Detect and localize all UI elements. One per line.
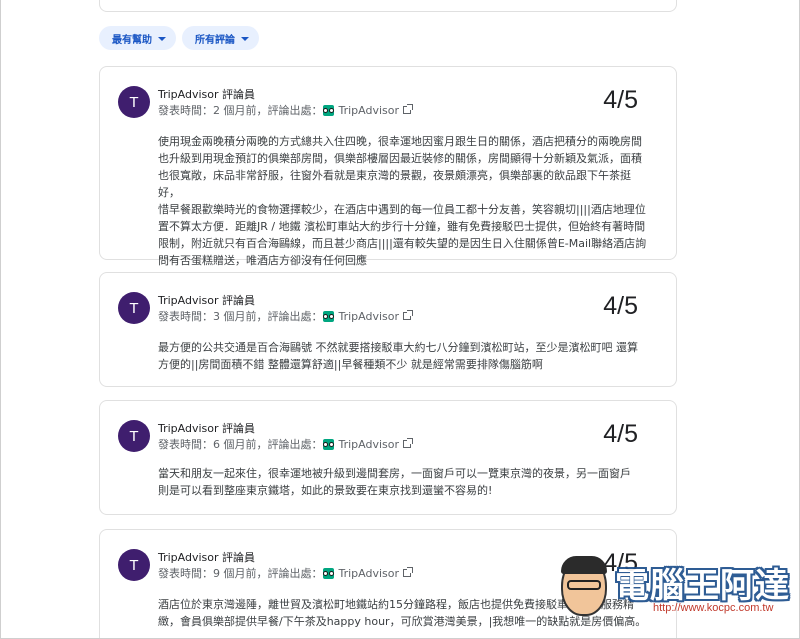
review-text-line: 當天和朋友一起來住，很幸運地被升級到邊間套房，一面窗戶可以一覽東京灣的夜景，另一… [158,467,631,480]
external-link-icon[interactable] [403,104,414,114]
review-card: T TripAdvisor 評論員 發表時間：3 個月前， 評論出處： Trip… [99,272,677,387]
review-meta: 發表時間：6 個月前， 評論出處： TripAdvisor [158,436,414,452]
avatar: T [118,549,150,581]
tripadvisor-icon [322,310,334,322]
review-text-line: 使用現金兩晚積分兩晚的方式總共入住四晚，很幸運地因蜜月跟生日的關係，酒店把積分的… [158,135,642,148]
review-source-link[interactable]: TripAdvisor [339,310,400,323]
previous-card-edge [99,0,677,12]
source-filter-label: 所有評論 [195,34,235,46]
review-source-link[interactable]: TripAdvisor [339,438,400,451]
sort-filter-chip[interactable]: 最有幫助 [99,26,176,50]
review-text-line: 也升級到用現金預訂的俱樂部房間，俱樂部樓層因最近裝修的關係，房間顯得十分新穎及氣… [158,152,642,165]
review-text-line: 也很寬敞，床品非常舒服，往窗外看就是東京灣的景觀，夜景頗漂亮，俱樂部裏的飲品跟下… [158,169,631,199]
review-text-line: 最方便的公共交通是百合海鷗號 不然就要搭接駁車大約七八分鐘到濱松町站，至少是濱松… [158,341,638,354]
review-text-line: 惜早餐跟歡樂時光的食物選擇較少，在酒店中遇到的每一位員工都十分友善，笑容親切||… [158,203,646,216]
sort-filter-label: 最有幫助 [112,34,152,46]
chevron-down-icon [158,36,166,41]
mascot-face-icon [561,556,607,616]
tripadvisor-icon [322,438,334,450]
review-time: 發表時間：3 個月前， [158,310,268,323]
reviewer-name: TripAdvisor 評論員 [158,88,256,101]
review-time: 發表時間：9 個月前， [158,567,268,580]
review-meta: 發表時間：9 個月前， 評論出處： TripAdvisor [158,565,414,581]
external-link-icon[interactable] [403,310,414,320]
external-link-icon[interactable] [403,438,414,448]
review-source-prefix: 評論出處： [267,104,323,117]
review-source-link[interactable]: TripAdvisor [339,567,400,580]
watermark-url: http://www.kocpc.com.tw [653,602,774,614]
watermark-title: 電腦王阿達 [615,566,790,606]
review-time: 發表時間：6 個月前， [158,438,268,451]
review-source-prefix: 評論出處： [267,438,323,451]
chevron-down-icon [241,36,249,41]
avatar: T [118,292,150,324]
review-source-prefix: 評論出處： [267,567,323,580]
reviewer-name: TripAdvisor 評論員 [158,422,256,435]
review-source-link[interactable]: TripAdvisor [339,104,400,117]
review-rating: 4/5 [603,420,638,448]
avatar: T [118,420,150,452]
review-rating: 4/5 [603,292,638,320]
review-text-line: 限制，附近就只有百合海鷗線，而且甚少商店||||還有較失望的是因生日入住關係曾E… [158,237,647,250]
avatar: T [118,86,150,118]
review-text-line: 問有否蛋糕贈送，唯酒店方卻沒有任何回應 [158,254,367,267]
tripadvisor-icon [322,104,334,116]
review-text-line: 置不算太方便．距離JR / 地鐵 濱松町車站大約步行十分鐘，雖有免費接駁巴士提供… [158,220,646,233]
review-time: 發表時間：2 個月前， [158,104,268,117]
review-text-line: 則是可以看到整座東京鐵塔，如此的景致要在東京找到還蠻不容易的! [158,484,493,497]
review-text: 當天和朋友一起來住，很幸運地被升級到邊間套房，一面窗戶可以一覽東京灣的夜景，另一… [158,465,652,499]
reviewer-name: TripAdvisor 評論員 [158,551,256,564]
reviews-panel: 最有幫助 所有評論 T TripAdvisor 評論員 發表時間：2 個月前， … [0,0,800,639]
review-card: T TripAdvisor 評論員 發表時間：6 個月前， 評論出處： Trip… [99,400,677,515]
review-text: 最方便的公共交通是百合海鷗號 不然就要搭接駁車大約七八分鐘到濱松町站，至少是濱松… [158,339,652,373]
external-link-icon[interactable] [403,567,414,577]
review-text: 使用現金兩晚積分兩晚的方式總共入住四晚，很幸運地因蜜月跟生日的關係，酒店把積分的… [158,133,652,269]
source-filter-chip[interactable]: 所有評論 [182,26,259,50]
review-rating: 4/5 [603,86,638,114]
review-meta: 發表時間：3 個月前， 評論出處： TripAdvisor [158,308,414,324]
review-source-prefix: 評論出處： [267,310,323,323]
review-card: T TripAdvisor 評論員 發表時間：2 個月前， 評論出處： Trip… [99,66,677,267]
review-text-line: 方便的||房間面積不錯 整體還算舒適||早餐種類不少 就是經常需要排隊傷腦筋啊 [158,358,543,371]
reviewer-name: TripAdvisor 評論員 [158,294,256,307]
site-watermark: 電腦王阿達 http://www.kocpc.com.tw [561,556,791,626]
tripadvisor-icon [322,567,334,579]
review-meta: 發表時間：2 個月前， 評論出處： TripAdvisor [158,102,414,118]
